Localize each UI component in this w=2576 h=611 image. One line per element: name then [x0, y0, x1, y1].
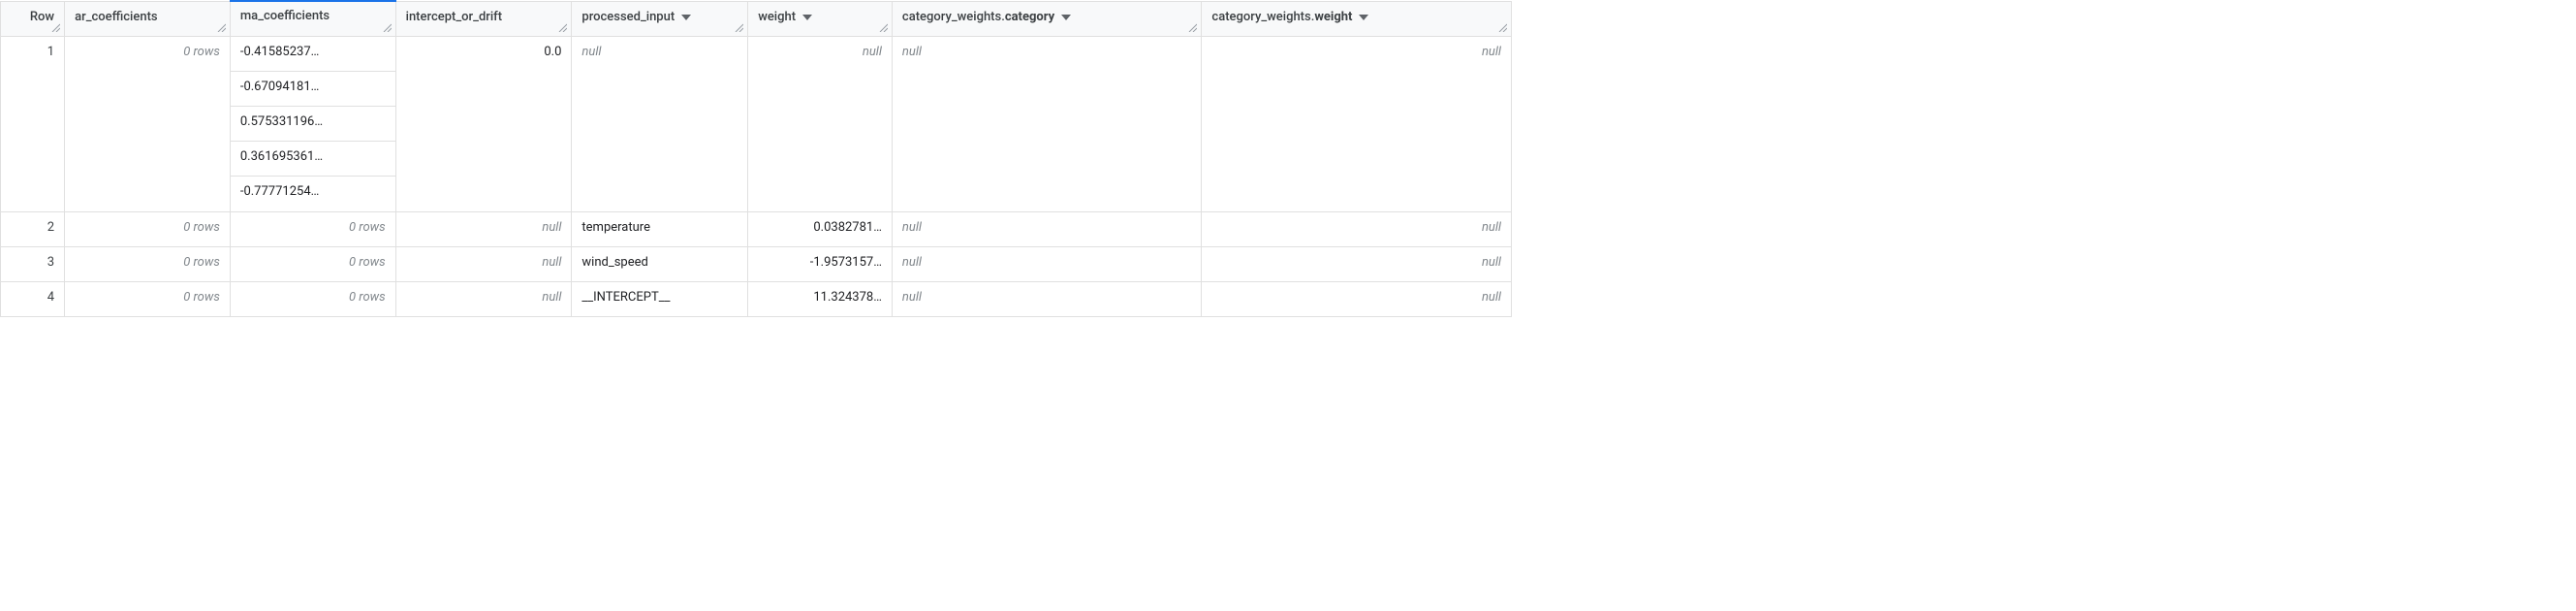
- col-header-label: processed_input: [581, 10, 675, 24]
- col-header-ma-coefficients[interactable]: ma_coefficients: [230, 1, 395, 36]
- dropdown-icon[interactable]: [678, 10, 694, 25]
- table-row: 3 0 rows 0 rows null wind_speed -1.95731…: [1, 246, 1512, 281]
- resize-handle-icon[interactable]: [1497, 22, 1509, 34]
- col-header-intercept-or-drift[interactable]: intercept_or_drift: [395, 1, 572, 36]
- table-row: 1 0 rows -0.41585237… -0.67094181… 0.575…: [1, 36, 1512, 211]
- cell-processed-input: wind_speed: [572, 246, 748, 281]
- cell-ma-coefficients: 0 rows: [230, 281, 395, 316]
- cell-category-weight: null: [1202, 211, 1512, 246]
- cell-ma-coefficients: -0.41585237… -0.67094181… 0.575331196… 0…: [230, 36, 395, 211]
- nested-value: -0.77771254…: [231, 177, 395, 211]
- cell-intercept: null: [395, 211, 572, 246]
- col-header-label: category_weights.weight: [1211, 10, 1352, 24]
- cell-row-number: 3: [1, 246, 65, 281]
- cell-intercept: null: [395, 281, 572, 316]
- table-body: 1 0 rows -0.41585237… -0.67094181… 0.575…: [1, 36, 1512, 316]
- resize-handle-icon[interactable]: [557, 22, 569, 34]
- cell-processed-input: __INTERCEPT__: [572, 281, 748, 316]
- cell-processed-input: null: [572, 36, 748, 211]
- cell-processed-input: temperature: [572, 211, 748, 246]
- cell-ar-coefficients: 0 rows: [65, 36, 231, 211]
- table-row: 2 0 rows 0 rows null temperature 0.03827…: [1, 211, 1512, 246]
- cell-ar-coefficients: 0 rows: [65, 246, 231, 281]
- cell-category-weight: null: [1202, 281, 1512, 316]
- cell-ma-coefficients: 0 rows: [230, 211, 395, 246]
- nested-value: 0.575331196…: [231, 107, 395, 142]
- cell-row-number: 2: [1, 211, 65, 246]
- table-header: Row ar_coefficients ma_coefficients: [1, 1, 1512, 36]
- nested-value: 0.361695361…: [231, 142, 395, 177]
- cell-category: null: [892, 211, 1202, 246]
- cell-category: null: [892, 246, 1202, 281]
- resize-handle-icon[interactable]: [216, 22, 228, 34]
- cell-row-number: 1: [1, 36, 65, 211]
- col-header-processed-input[interactable]: processed_input: [572, 1, 748, 36]
- cell-intercept: 0.0: [395, 36, 572, 211]
- cell-ar-coefficients: 0 rows: [65, 211, 231, 246]
- col-header-category-weights-category[interactable]: category_weights.category: [892, 1, 1202, 36]
- resize-handle-icon[interactable]: [382, 22, 393, 34]
- col-header-weight[interactable]: weight: [748, 1, 893, 36]
- header-row: Row ar_coefficients ma_coefficients: [1, 1, 1512, 36]
- cell-weight: 11.324378…: [748, 281, 893, 316]
- cell-category-weight: null: [1202, 36, 1512, 211]
- dropdown-icon[interactable]: [1058, 10, 1074, 25]
- col-header-category-weights-weight[interactable]: category_weights.weight: [1202, 1, 1512, 36]
- resize-handle-icon[interactable]: [878, 22, 890, 34]
- col-header-row[interactable]: Row: [1, 1, 65, 36]
- cell-category-weight: null: [1202, 246, 1512, 281]
- cell-category: null: [892, 36, 1202, 211]
- dropdown-icon[interactable]: [1356, 10, 1371, 25]
- cell-weight: null: [748, 36, 893, 211]
- cell-weight: 0.0382781…: [748, 211, 893, 246]
- nested-value: -0.41585237…: [231, 37, 395, 72]
- col-header-label: intercept_or_drift: [406, 10, 502, 24]
- col-header-ar-coefficients[interactable]: ar_coefficients: [65, 1, 231, 36]
- col-header-label: ar_coefficients: [75, 10, 158, 24]
- cell-weight: -1.9573157…: [748, 246, 893, 281]
- results-table: Row ar_coefficients ma_coefficients: [0, 0, 1512, 317]
- cell-row-number: 4: [1, 281, 65, 316]
- cell-ar-coefficients: 0 rows: [65, 281, 231, 316]
- col-header-label: weight: [758, 10, 796, 24]
- col-header-label: category_weights.category: [902, 10, 1054, 24]
- cell-intercept: null: [395, 246, 572, 281]
- cell-category: null: [892, 281, 1202, 316]
- resize-handle-icon[interactable]: [1187, 22, 1199, 34]
- resize-handle-icon[interactable]: [734, 22, 745, 34]
- nested-value: -0.67094181…: [231, 72, 395, 107]
- dropdown-icon[interactable]: [800, 10, 815, 25]
- cell-ma-coefficients: 0 rows: [230, 246, 395, 281]
- table-row: 4 0 rows 0 rows null __INTERCEPT__ 11.32…: [1, 281, 1512, 316]
- col-header-label: ma_coefficients: [240, 9, 330, 23]
- resize-handle-icon[interactable]: [50, 22, 62, 34]
